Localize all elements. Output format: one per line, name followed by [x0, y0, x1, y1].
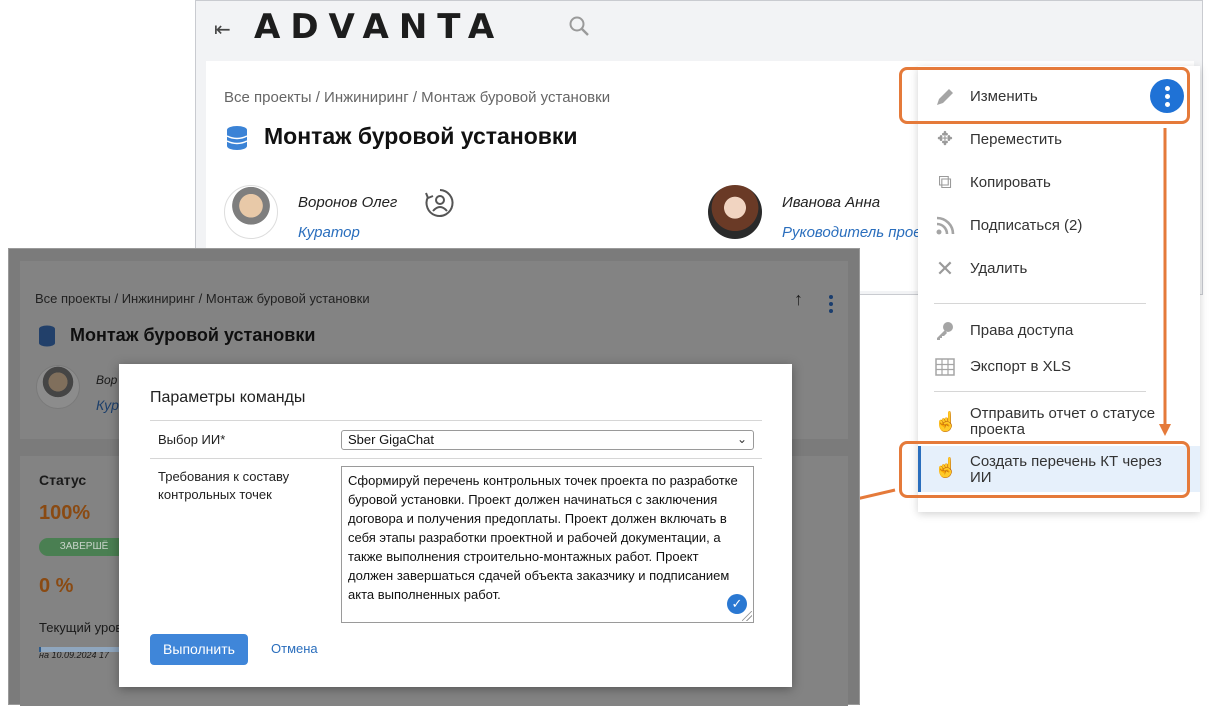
- progress-percent: 100%: [39, 502, 91, 524]
- breadcrumb[interactable]: Все проекты / Инжиниринг / Монтаж бурово…: [35, 291, 370, 306]
- divider: [150, 420, 762, 421]
- chevron-down-icon: ⌄: [736, 432, 747, 446]
- more-actions-button[interactable]: [829, 295, 833, 313]
- dialog-title: Параметры команды: [150, 389, 306, 406]
- divider: [150, 458, 762, 459]
- page-title: Монтаж буровой установки: [70, 325, 316, 345]
- resize-handle[interactable]: [742, 611, 752, 621]
- current-level-label: Текущий уров: [39, 620, 123, 635]
- requirements-text: Сформируй перечень контрольных точек про…: [348, 473, 738, 602]
- curator-name[interactable]: Вор: [96, 373, 117, 387]
- run-button[interactable]: Выполнить: [150, 634, 248, 665]
- arrow-up-icon[interactable]: ↑: [794, 289, 803, 310]
- ai-select-label: Выбор ИИ*: [158, 432, 226, 447]
- status-badge: ЗАВЕРШЁ: [39, 538, 129, 556]
- ai-select[interactable]: Sber GigaChat ⌄: [341, 430, 754, 450]
- level-bar: [39, 647, 123, 652]
- database-icon: [39, 325, 55, 347]
- requirements-label: Требования к составу контрольных точек: [158, 469, 290, 502]
- level-percent: 0 %: [39, 575, 74, 597]
- command-parameters-dialog: Параметры команды Выбор ИИ* Sber GigaCha…: [119, 364, 792, 687]
- requirements-textarea[interactable]: Сформируй перечень контрольных точек про…: [341, 466, 754, 623]
- avatar: [36, 365, 80, 409]
- ai-select-value: Sber GigaChat: [348, 432, 434, 447]
- cancel-button[interactable]: Отмена: [271, 641, 318, 656]
- status-label: Статус: [39, 472, 87, 488]
